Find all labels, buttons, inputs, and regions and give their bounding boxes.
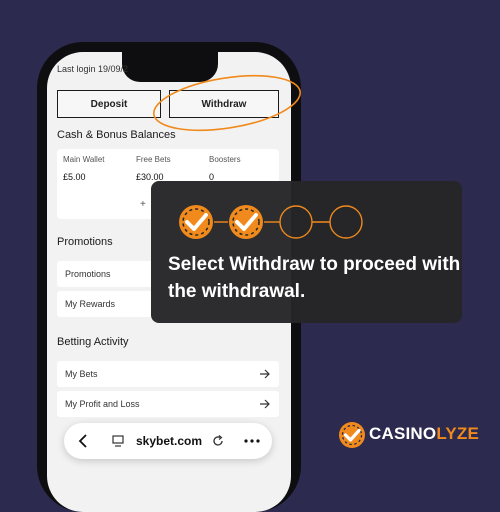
deposit-button[interactable]: Deposit	[57, 90, 161, 118]
main-wallet-value: £5.00	[63, 172, 86, 182]
step-3-circle	[279, 205, 313, 239]
main-wallet-label: Main Wallet	[63, 155, 105, 164]
logo-text-part1: CASINO	[369, 424, 437, 443]
step-progress-indicator	[179, 205, 363, 239]
profit-loss-row-label: My Profit and Loss	[65, 399, 140, 409]
free-bets-label: Free Bets	[136, 155, 171, 164]
my-bets-row[interactable]: My Bets	[57, 361, 279, 387]
back-icon[interactable]	[78, 423, 88, 459]
balances-title: Cash & Bonus Balances	[57, 129, 176, 141]
more-options-icon[interactable]	[244, 423, 260, 459]
my-bets-row-label: My Bets	[65, 369, 98, 379]
withdraw-highlight-ellipse	[153, 74, 301, 132]
last-login-text: Last login 19/09/2	[57, 64, 129, 74]
boosters-label: Boosters	[209, 155, 241, 164]
betting-activity-title: Betting Activity	[57, 336, 129, 348]
arrow-right-icon	[260, 369, 270, 379]
arrow-right-icon	[260, 399, 270, 409]
step-4-circle	[329, 205, 363, 239]
show-more-button[interactable]: +	[140, 199, 146, 210]
promotions-title: Promotions	[57, 236, 113, 248]
logo-text-part2: LYZE	[436, 424, 480, 443]
browser-bar: skybet.com	[64, 423, 272, 459]
casinolyze-logo-text: CASINOLYZE	[369, 424, 479, 444]
reload-icon[interactable]	[212, 423, 224, 459]
page-settings-icon[interactable]	[112, 423, 124, 459]
step-1-check-icon	[179, 205, 213, 239]
profit-loss-row[interactable]: My Profit and Loss	[57, 391, 279, 417]
step-2-check-icon	[229, 205, 263, 239]
instruction-text: Select Withdraw to proceed with the with…	[168, 254, 461, 302]
url-field[interactable]: skybet.com	[136, 423, 202, 459]
casinolyze-logo-icon	[339, 422, 365, 448]
